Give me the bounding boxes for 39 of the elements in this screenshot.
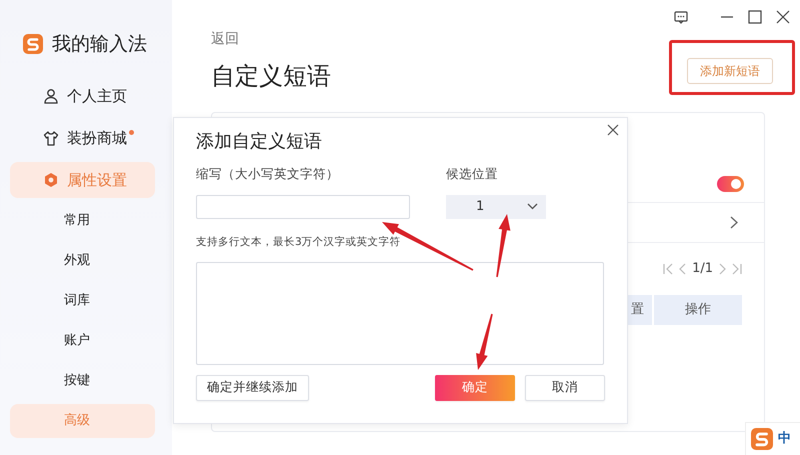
shirt-icon bbox=[43, 130, 59, 146]
sidebar-item[interactable]: 账户 bbox=[10, 324, 155, 358]
hexagon-gear-icon bbox=[43, 172, 59, 188]
input-field[interactable] bbox=[196, 194, 410, 219]
previous-page-icon[interactable] bbox=[679, 262, 686, 275]
dialog-button[interactable]: 取消 bbox=[525, 374, 605, 400]
annotation-arrow bbox=[476, 314, 493, 370]
back-link[interactable]: 返回 bbox=[211, 29, 239, 50]
first-page-icon[interactable] bbox=[663, 262, 674, 275]
chevron-right-icon[interactable] bbox=[730, 216, 738, 229]
next-page-icon[interactable] bbox=[719, 262, 726, 275]
input-mode-indicator[interactable]: 中 bbox=[778, 429, 791, 449]
field-label: 候选位置 bbox=[446, 165, 499, 183]
person-icon bbox=[43, 88, 59, 104]
hint-text: 支持多行文本，最长3万个汉字或英文字符 bbox=[196, 234, 401, 250]
sidebar-item[interactable]: 词库 bbox=[10, 284, 155, 318]
feedback-icon[interactable] bbox=[674, 10, 688, 24]
maximize-icon[interactable] bbox=[748, 10, 762, 24]
close-icon[interactable] bbox=[776, 10, 790, 24]
page-indicator: 1/1 bbox=[692, 260, 713, 278]
dialog-title: 添加自定义短语 bbox=[196, 130, 323, 154]
ime-logo-icon[interactable] bbox=[750, 427, 774, 451]
field-label: 缩写（大小写英文字符） bbox=[196, 165, 340, 183]
sidebar-item[interactable]: 个人主页 bbox=[10, 78, 155, 114]
sidebar-item[interactable]: 装扮商城 bbox=[10, 120, 155, 156]
sidebar-item[interactable]: 按键 bbox=[10, 364, 155, 398]
app-name: 我的输入法 bbox=[52, 32, 147, 57]
toggle-switch[interactable] bbox=[717, 176, 744, 192]
sidebar-item[interactable]: 外观 bbox=[10, 244, 155, 278]
last-page-icon[interactable] bbox=[732, 262, 742, 275]
sidebar-item[interactable]: 常用 bbox=[10, 204, 155, 238]
annotation-arrow bbox=[496, 214, 510, 278]
caret-icon bbox=[527, 203, 538, 210]
page-title: 自定义短语 bbox=[211, 61, 331, 92]
close-icon[interactable] bbox=[607, 124, 619, 136]
column-header: 操作 bbox=[654, 294, 742, 324]
dialog-button[interactable]: 确定并继续添加 bbox=[196, 374, 309, 400]
position-dropdown[interactable]: 1 bbox=[446, 194, 546, 219]
app-logo-icon bbox=[22, 33, 44, 55]
